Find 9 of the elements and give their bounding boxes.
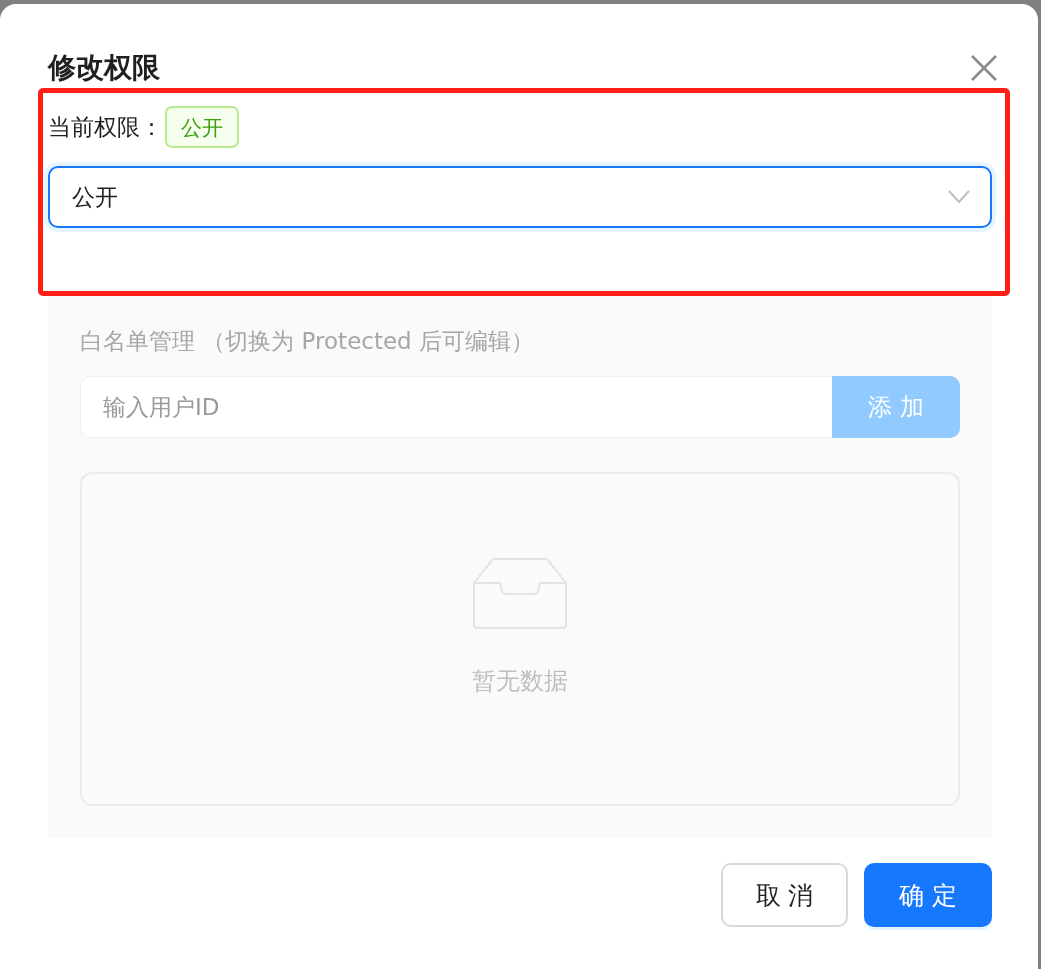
close-icon[interactable] [970,54,998,82]
confirm-button[interactable]: 确 定 [864,863,992,927]
dialog-title: 修改权限 [48,50,160,86]
whitelist-label: 白名单管理 （切换为 Protected 后可编辑） [80,327,535,356]
permission-tag: 公开 [165,106,239,148]
empty-text: 暂无数据 [472,666,568,697]
cancel-button[interactable]: 取 消 [721,863,848,927]
chevron-down-icon [948,190,970,204]
current-permission-label: 当前权限： [48,112,163,142]
